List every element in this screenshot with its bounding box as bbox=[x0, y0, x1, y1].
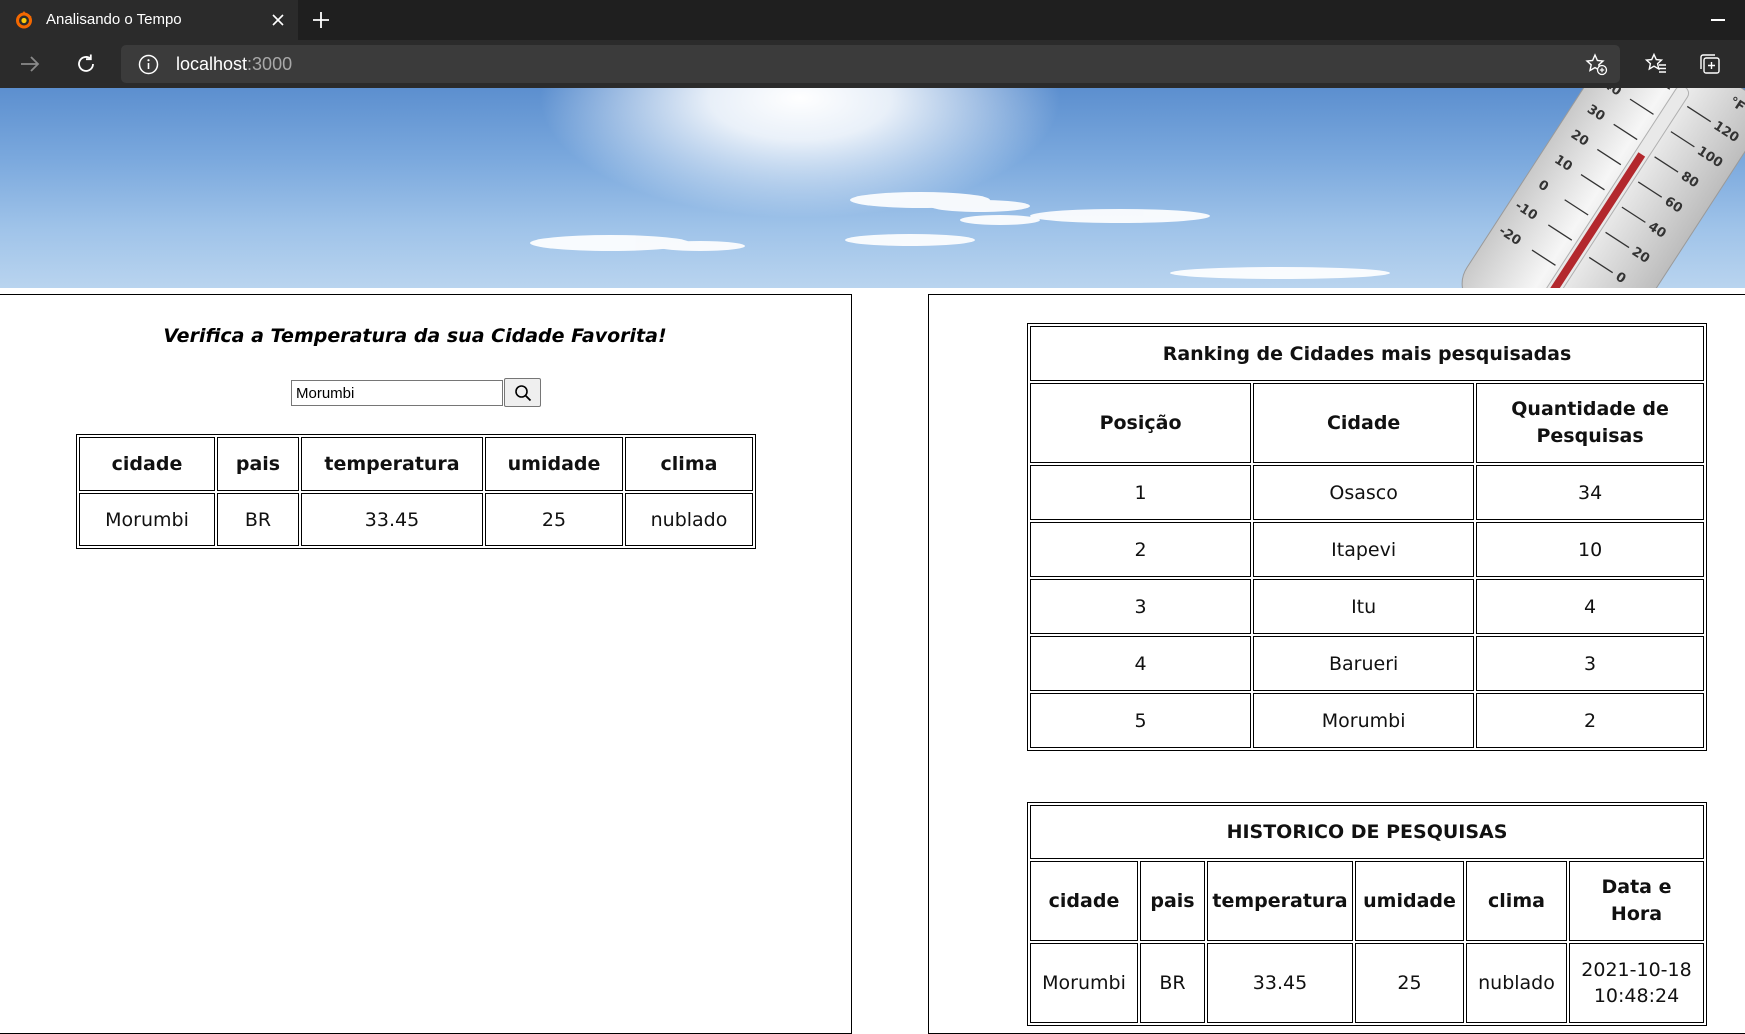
table-cell: nublado bbox=[1466, 943, 1567, 1023]
search-panel: Verifica a Temperatura da sua Cidade Fav… bbox=[0, 294, 852, 1034]
table-row: 4 Barueri 3 bbox=[1030, 636, 1704, 691]
history-caption: HISTORICO DE PESQUISAS bbox=[1030, 805, 1704, 859]
table-header-row: cidade pais temperatura umidade clima Da… bbox=[1030, 861, 1704, 941]
table-cell: 2 bbox=[1476, 693, 1704, 748]
table-cell: Morumbi bbox=[1030, 943, 1138, 1023]
tab-bar: Analisando o Tempo bbox=[0, 0, 1745, 40]
table-cell: Barueri bbox=[1253, 636, 1475, 691]
search-button[interactable] bbox=[504, 378, 541, 407]
column-header: Data e Hora bbox=[1569, 861, 1704, 941]
table-cell: 4 bbox=[1476, 579, 1704, 634]
table-cell: nublado bbox=[625, 493, 753, 546]
table-cell: 3 bbox=[1030, 579, 1252, 634]
reload-icon[interactable] bbox=[74, 52, 98, 76]
column-header: pais bbox=[1140, 861, 1205, 941]
table-cell: Morumbi bbox=[79, 493, 215, 546]
add-favorite-icon[interactable] bbox=[1585, 53, 1608, 76]
table-cell: 2021-10-18 10:48:24 bbox=[1569, 943, 1704, 1023]
close-icon[interactable] bbox=[269, 11, 287, 29]
ranking-table: Ranking de Cidades mais pesquisadas Posi… bbox=[1027, 323, 1707, 751]
forward-arrow-icon[interactable] bbox=[18, 52, 42, 76]
table-caption-row: Ranking de Cidades mais pesquisadas bbox=[1030, 326, 1704, 381]
column-header: cidade bbox=[1030, 861, 1138, 941]
column-header: clima bbox=[625, 437, 753, 491]
table-cell: BR bbox=[1140, 943, 1205, 1023]
clouds bbox=[530, 192, 1390, 279]
table-cell: 4 bbox=[1030, 636, 1252, 691]
table-row: 5 Morumbi 2 bbox=[1030, 693, 1704, 748]
table-cell: 2 bbox=[1030, 522, 1252, 577]
column-header: clima bbox=[1466, 861, 1567, 941]
grafana-icon bbox=[16, 11, 32, 29]
column-header: umidade bbox=[485, 437, 623, 491]
column-header: Quantidade de Pesquisas bbox=[1476, 383, 1704, 463]
city-search-input[interactable] bbox=[291, 380, 503, 406]
table-cell: 33.45 bbox=[1207, 943, 1353, 1023]
column-header: umidade bbox=[1355, 861, 1464, 941]
table-header-row: cidade pais temperatura umidade clima bbox=[79, 437, 753, 491]
stats-panel: Ranking de Cidades mais pesquisadas Posi… bbox=[928, 294, 1745, 1034]
table-cell: 34 bbox=[1476, 465, 1704, 520]
table-row: 3 Itu 4 bbox=[1030, 579, 1704, 634]
address-bar[interactable]: localhost:3000 bbox=[121, 45, 1620, 83]
sky-banner: 50 40 30 20 10 0 -10 -20 °C 120 100 80 6… bbox=[0, 88, 1745, 288]
url-host: localhost bbox=[176, 54, 248, 74]
url-text: localhost:3000 bbox=[176, 54, 292, 75]
column-header: temperatura bbox=[1207, 861, 1353, 941]
current-weather-table: cidade pais temperatura umidade clima Mo… bbox=[76, 434, 756, 549]
info-icon[interactable] bbox=[138, 54, 159, 75]
column-header: cidade bbox=[79, 437, 215, 491]
history-table: HISTORICO DE PESQUISAS cidade pais tempe… bbox=[1027, 802, 1707, 1026]
browser-toolbar: localhost:3000 bbox=[0, 40, 1745, 88]
column-header: Cidade bbox=[1253, 383, 1475, 463]
table-cell: Osasco bbox=[1253, 465, 1475, 520]
ranking-caption: Ranking de Cidades mais pesquisadas bbox=[1030, 326, 1704, 381]
table-cell: 5 bbox=[1030, 693, 1252, 748]
table-row: Morumbi BR 33.45 25 nublado bbox=[79, 493, 753, 546]
table-cell: 1 bbox=[1030, 465, 1252, 520]
search-heading: Verifica a Temperatura da sua Cidade Fav… bbox=[163, 325, 667, 347]
table-row: 1 Osasco 34 bbox=[1030, 465, 1704, 520]
browser-tab[interactable]: Analisando o Tempo bbox=[0, 0, 298, 40]
table-cell: 33.45 bbox=[301, 493, 483, 546]
column-header: Posição bbox=[1030, 383, 1252, 463]
minimize-icon[interactable] bbox=[1711, 19, 1725, 21]
plus-icon[interactable] bbox=[310, 9, 332, 31]
table-row: Morumbi BR 33.45 25 nublado 2021-10-18 1… bbox=[1030, 943, 1704, 1023]
table-cell: Itapevi bbox=[1253, 522, 1475, 577]
table-cell: Morumbi bbox=[1253, 693, 1475, 748]
url-port: :3000 bbox=[247, 54, 293, 74]
tab-title: Analisando o Tempo bbox=[46, 11, 182, 28]
table-cell: 10 bbox=[1476, 522, 1704, 577]
table-cell: BR bbox=[217, 493, 299, 546]
table-cell: 3 bbox=[1476, 636, 1704, 691]
table-cell: 25 bbox=[485, 493, 623, 546]
column-header: temperatura bbox=[301, 437, 483, 491]
thermometer-image: 50 40 30 20 10 0 -10 -20 °C 120 100 80 6… bbox=[1461, 88, 1745, 288]
search-icon bbox=[515, 385, 532, 402]
column-header: pais bbox=[217, 437, 299, 491]
table-row: 2 Itapevi 10 bbox=[1030, 522, 1704, 577]
table-header-row: Posição Cidade Quantidade de Pesquisas bbox=[1030, 383, 1704, 463]
table-caption-row: HISTORICO DE PESQUISAS bbox=[1030, 805, 1704, 859]
favorites-icon[interactable] bbox=[1644, 52, 1668, 76]
table-cell: 25 bbox=[1355, 943, 1464, 1023]
collections-icon[interactable] bbox=[1698, 52, 1722, 76]
table-cell: Itu bbox=[1253, 579, 1475, 634]
